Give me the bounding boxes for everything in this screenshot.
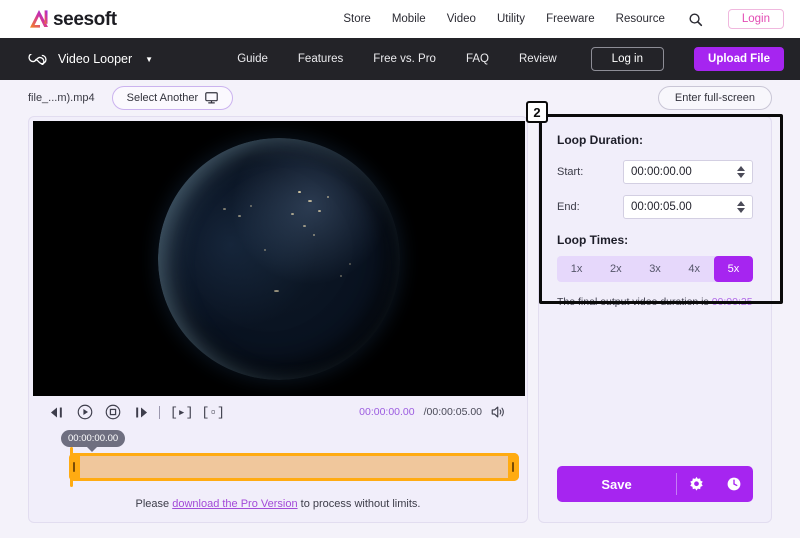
set-end-point-button[interactable]: [▫]	[201, 405, 224, 420]
topnav-item-store[interactable]: Store	[343, 13, 371, 25]
product-selector[interactable]: Video Looper ▼	[28, 52, 153, 66]
timeline-trim-track[interactable]	[69, 453, 519, 481]
history-button[interactable]	[715, 466, 753, 502]
clock-icon	[727, 477, 741, 491]
play-icon[interactable]	[77, 404, 93, 420]
loop-times-option-1x[interactable]: 1x	[557, 256, 596, 282]
loop-times-option-2x[interactable]: 2x	[596, 256, 635, 282]
earth-city-lights	[158, 138, 400, 380]
player-controls: [▸] [▫] 00:00:00.00 /00:00:05.00	[33, 396, 523, 428]
loop-settings-panel: 2 Loop Duration: Start: End:	[526, 101, 783, 523]
trim-handle-end[interactable]	[508, 453, 519, 481]
pro-version-note: Please download the Pro Version to proce…	[33, 494, 523, 522]
nav-item-features[interactable]: Features	[298, 53, 343, 65]
time-readout: 00:00:00.00 /00:00:05.00	[359, 405, 507, 419]
end-time-label: End:	[557, 201, 580, 213]
nav-item-faq[interactable]: FAQ	[466, 53, 489, 65]
nav-item-free-vs-pro[interactable]: Free vs. Pro	[373, 53, 436, 65]
login-button[interactable]: Login	[727, 9, 784, 29]
stop-icon[interactable]	[105, 404, 121, 420]
total-time-label: /00:00:05.00	[423, 406, 482, 418]
top-header-bar: seesoft Store Mobile Video Utility Freew…	[0, 0, 800, 38]
playhead-time-tooltip: 00:00:00.00	[61, 430, 126, 452]
loop-settings-body: Loop Duration: Start: End:	[539, 117, 771, 308]
file-toolbar: file_...m).mp4 Select Another Enter full…	[0, 80, 800, 116]
topnav-item-video[interactable]: Video	[447, 13, 476, 25]
nav-item-guide[interactable]: Guide	[237, 53, 268, 65]
pro-note-suffix: to process without limits.	[297, 498, 421, 510]
fast-forward-icon[interactable]	[133, 406, 149, 419]
topnav-item-resource[interactable]: Resource	[616, 13, 665, 25]
start-time-field-row: Start:	[557, 160, 753, 184]
monitor-icon	[205, 92, 219, 104]
loop-times-option-3x[interactable]: 3x	[635, 256, 674, 282]
current-filename: file_...m).mp4	[28, 92, 95, 104]
end-time-field-row: End:	[557, 195, 753, 219]
loop-times-heading: Loop Times:	[557, 233, 629, 247]
start-time-input[interactable]	[631, 166, 734, 178]
end-time-spinner-arrows[interactable]	[737, 201, 745, 213]
log-in-button[interactable]: Log in	[590, 47, 665, 71]
loop-duration-heading: Loop Duration:	[557, 133, 643, 147]
video-preview[interactable]	[33, 121, 525, 396]
loop-times-option-4x[interactable]: 4x	[675, 256, 714, 282]
current-time-label: 00:00:00.00	[359, 406, 415, 418]
search-icon[interactable]	[688, 12, 703, 27]
brand-wordmark: seesoft	[53, 9, 117, 30]
nav-item-review[interactable]: Review	[519, 53, 557, 65]
enter-fullscreen-button[interactable]: Enter full-screen	[657, 86, 772, 110]
settings-button[interactable]	[677, 466, 715, 502]
brand-logo[interactable]: seesoft	[28, 8, 117, 30]
select-another-button[interactable]: Select Another	[111, 86, 234, 110]
loop-times-option-5x[interactable]: 5x	[713, 256, 753, 282]
trim-handle-start[interactable]	[69, 453, 80, 481]
controls-divider	[159, 405, 160, 419]
step-number-badge: 2	[526, 101, 548, 123]
topnav-item-mobile[interactable]: Mobile	[392, 13, 426, 25]
product-name-label: Video Looper	[58, 52, 133, 66]
download-pro-version-link[interactable]: download the Pro Version	[172, 498, 297, 510]
gear-icon	[689, 476, 703, 491]
start-time-label: Start:	[557, 166, 584, 178]
editor-workspace: [▸] [▫] 00:00:00.00 /00:00:05.00 00:00:0…	[0, 101, 800, 523]
final-duration-text: The final output video duration is	[557, 296, 712, 308]
loop-times-selector: 1x 2x 3x 4x 5x	[557, 256, 753, 282]
topnav-item-utility[interactable]: Utility	[497, 13, 525, 25]
start-time-stepper[interactable]	[623, 160, 753, 184]
set-start-point-button[interactable]: [▸]	[170, 405, 193, 420]
chevron-down-icon[interactable]: ▼	[145, 55, 153, 64]
earth-globe-frame	[158, 137, 400, 380]
rewind-icon[interactable]	[49, 406, 65, 419]
final-duration-note: The final output video duration is 00:00…	[557, 296, 753, 308]
infinity-icon	[28, 53, 47, 65]
save-action-row: Save	[539, 466, 771, 522]
preview-panel: [▸] [▫] 00:00:00.00 /00:00:05.00 00:00:0…	[28, 116, 528, 523]
end-time-stepper[interactable]	[623, 195, 753, 219]
save-button[interactable]: Save	[557, 466, 676, 502]
select-another-label: Select Another	[126, 92, 199, 104]
save-bar: Save	[557, 466, 753, 502]
end-time-input[interactable]	[631, 201, 734, 213]
timeline[interactable]: 00:00:00.00	[33, 428, 523, 494]
volume-icon[interactable]	[491, 405, 507, 419]
final-duration-value: 00:00:25	[711, 296, 753, 308]
topnav-item-freeware[interactable]: Freeware	[546, 13, 595, 25]
product-nav-links: Guide Features Free vs. Pro FAQ Review L…	[237, 47, 784, 71]
top-nav: Store Mobile Video Utility Freeware Reso…	[343, 9, 784, 29]
pro-note-prefix: Please	[135, 498, 173, 510]
upload-file-button[interactable]: Upload File	[694, 47, 784, 71]
start-time-spinner-arrows[interactable]	[737, 166, 745, 178]
product-nav-bar: Video Looper ▼ Guide Features Free vs. P…	[0, 38, 800, 80]
aiseesoft-logo-icon	[30, 10, 48, 28]
